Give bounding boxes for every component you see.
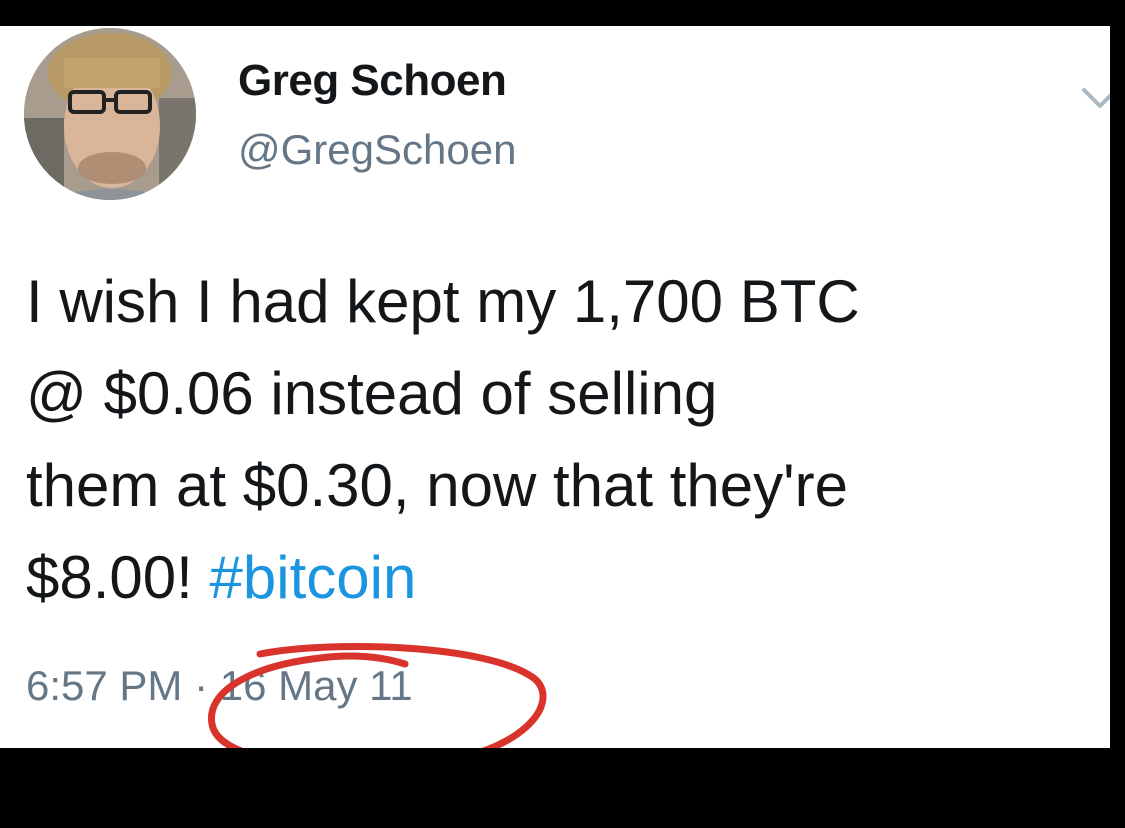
chevron-down-icon[interactable] — [1080, 84, 1110, 112]
tweet-text-line: them at $0.30, now that they're — [26, 452, 848, 519]
tweet-text-line: I wish I had kept my 1,700 BTC — [26, 268, 860, 335]
tweet-text-line-last: $8.00! #bitcoin — [26, 532, 1106, 624]
hashtag-link[interactable]: #bitcoin — [210, 544, 417, 611]
tweet-text-line: @ $0.06 instead of selling — [26, 360, 718, 427]
timestamp-date: 16 May 11 — [219, 662, 413, 709]
tweet-card: Greg Schoen @GregSchoen I wish I had kep… — [0, 26, 1110, 748]
tweet-text-segment: $8.00! — [26, 544, 210, 611]
timestamp-time: 6:57 PM — [26, 662, 183, 709]
avatar[interactable] — [24, 28, 196, 200]
tweet-text: I wish I had kept my 1,700 BTC @ $0.06 i… — [26, 256, 1106, 624]
author-name[interactable]: Greg Schoen — [238, 56, 507, 106]
profile-photo-icon — [24, 28, 196, 200]
tweet-timestamp[interactable]: 6:57 PM · 16 May 11 — [26, 662, 413, 710]
author-handle[interactable]: @GregSchoen — [238, 126, 516, 174]
bottom-black-bar — [0, 748, 1125, 828]
timestamp-separator: · — [182, 662, 220, 709]
